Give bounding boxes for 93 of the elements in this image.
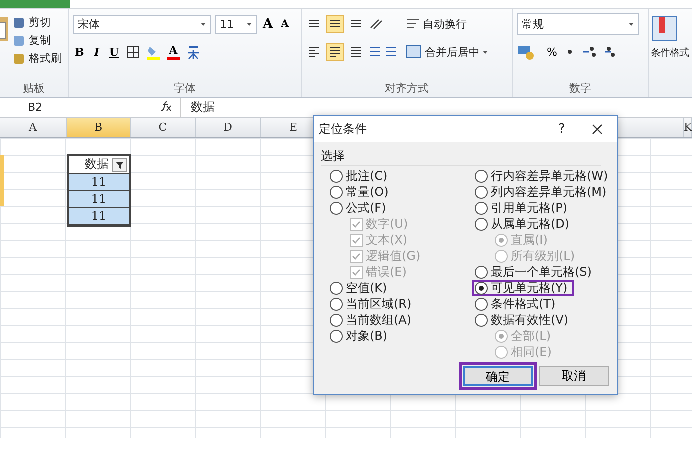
option-label: 逻辑值(G): [366, 248, 421, 264]
group-label: 对齐方式: [384, 81, 430, 97]
group-label: 选择: [321, 148, 601, 166]
option-label: 错误(E): [366, 264, 407, 280]
option-label: 文本(X): [366, 232, 408, 248]
option-label: 从属单元格(D): [491, 216, 570, 232]
radio-button[interactable]: [475, 218, 488, 230]
radio-button[interactable]: [475, 282, 488, 294]
borders-icon[interactable]: [127, 46, 140, 58]
option-label: 列内容差异单元格(M): [491, 184, 607, 200]
merge-icon: [406, 45, 422, 59]
option-label: 批注(C): [346, 168, 388, 184]
decimal-icon[interactable]: [581, 45, 618, 59]
group-label: 数字: [568, 81, 592, 97]
font-style-button[interactable]: U: [107, 42, 122, 62]
option-label: 常量(O): [346, 184, 389, 200]
caret-icon: [247, 22, 252, 26]
radio-button[interactable]: [475, 186, 488, 198]
filter-icon: [116, 160, 124, 168]
column-header[interactable]: B: [67, 118, 131, 137]
option-label: 所有级别(L): [511, 248, 576, 264]
font-style-button[interactable]: B: [73, 42, 86, 62]
clipboard-icon: [12, 34, 26, 48]
column-header[interactable]: C: [131, 118, 196, 137]
option-label: 当前区域(R): [346, 296, 412, 312]
option-label: 可见单元格(Y): [491, 280, 568, 296]
option-label: 当前数组(A): [346, 312, 412, 328]
option-label: 对象(B): [346, 328, 388, 344]
dialog-button[interactable]: 取消: [539, 366, 609, 386]
currency-icon[interactable]: [517, 44, 537, 60]
caret-icon: [483, 50, 488, 54]
option-label: 相同(E): [511, 344, 552, 360]
table-cell: 11: [69, 208, 129, 225]
group-label: 字体: [173, 81, 197, 97]
option-label: 行内容差异单元格(W): [491, 168, 608, 184]
fill-color-icon[interactable]: [146, 44, 162, 60]
radio-button[interactable]: [330, 314, 343, 326]
radio-button[interactable]: [330, 330, 343, 342]
font-size-field[interactable]: 11: [215, 14, 257, 34]
align-icon[interactable]: [326, 43, 344, 61]
group-label: 贴板: [22, 81, 46, 97]
wrap-text-icon: [406, 18, 420, 30]
table-header-cell: 数据: [85, 156, 109, 173]
radio-button[interactable]: [330, 202, 343, 214]
radio-button[interactable]: [475, 266, 488, 278]
caret-icon: [201, 22, 206, 26]
radio-button[interactable]: [475, 170, 488, 182]
font-style-button[interactable]: I: [92, 42, 102, 62]
table-cell: 11: [69, 191, 129, 208]
radio-button[interactable]: [330, 186, 343, 198]
wrap-text-button[interactable]: 自动换行: [406, 13, 488, 35]
option-label: 条件格式(T): [491, 296, 556, 312]
align-icon[interactable]: [326, 15, 344, 33]
option-label: 公式(F): [346, 200, 386, 216]
clipboard-icon: [12, 52, 26, 66]
font-color-button[interactable]: A: [167, 44, 180, 60]
help-button[interactable]: ?: [547, 122, 577, 136]
table-cell: 11: [69, 174, 129, 191]
option-label: 引用单元格(P): [491, 200, 568, 216]
filter-button[interactable]: [112, 158, 127, 172]
merge-center-button[interactable]: 合并后居中: [406, 41, 488, 63]
function-icon[interactable]: [160, 100, 172, 114]
grow-font-button[interactable]: A: [261, 14, 276, 34]
radio-button[interactable]: [475, 202, 488, 214]
clipboard-command[interactable]: 剪切: [12, 15, 62, 30]
radio-button[interactable]: [475, 314, 488, 326]
option-label: 最后一个单元格(S): [491, 264, 592, 280]
radio-button[interactable]: [330, 282, 343, 294]
formula-value[interactable]: 数据: [180, 98, 215, 117]
clipboard-command[interactable]: 格式刷: [12, 51, 62, 66]
option-label: 全部(L): [511, 328, 552, 344]
column-header[interactable]: D: [196, 118, 261, 137]
row-selection-marker: [0, 155, 4, 206]
option-label: 空值(K): [346, 280, 388, 296]
percent-button[interactable]: %: [545, 42, 560, 62]
option-label: 数字(U): [366, 216, 408, 232]
table-grid-icon[interactable]: [651, 15, 679, 43]
option-label: 直属(I): [511, 232, 548, 248]
phonetic-icon[interactable]: [186, 44, 201, 60]
name-box[interactable]: B2: [0, 101, 110, 114]
shrink-font-button[interactable]: A: [279, 14, 291, 34]
clipboard-icon: [12, 16, 26, 30]
radio-button[interactable]: [330, 298, 343, 310]
radio-button[interactable]: [475, 298, 488, 310]
option-label: 数据有效性(V): [491, 312, 569, 328]
number-format-field[interactable]: 常规: [517, 13, 639, 35]
radio-button[interactable]: [330, 170, 343, 182]
conditional-format-button[interactable]: 条件格式: [651, 46, 689, 60]
caret-icon: [629, 22, 634, 26]
font-name-field[interactable]: 宋体: [73, 14, 211, 34]
indent-icon[interactable]: [368, 45, 398, 59]
clipboard-command[interactable]: 复制: [12, 33, 62, 48]
comma-icon[interactable]: [567, 47, 574, 57]
